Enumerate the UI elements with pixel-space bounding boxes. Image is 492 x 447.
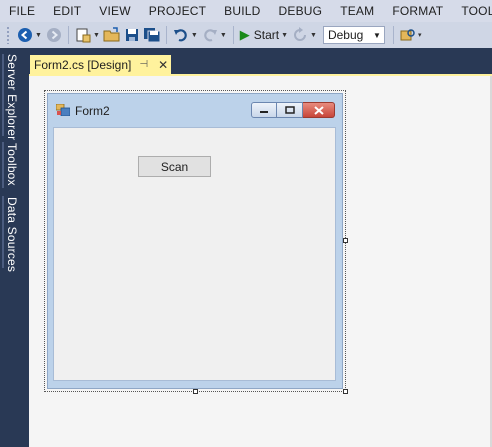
menu-bar: FILE EDIT VIEW PROJECT BUILD DEBUG TEAM … — [0, 0, 492, 22]
tab-toolbox[interactable]: Toolbox — [5, 143, 19, 186]
undo-icon[interactable] — [172, 25, 190, 45]
toolbar-separator — [165, 26, 167, 44]
tab-divider — [2, 142, 4, 188]
menu-team[interactable]: TEAM — [331, 4, 383, 18]
refresh-dropdown-icon[interactable]: ▼ — [310, 32, 317, 39]
navigate-back-icon[interactable] — [16, 25, 34, 45]
minimize-button[interactable] — [251, 102, 277, 118]
menu-file[interactable]: FILE — [0, 4, 44, 18]
form-title-bar: Form2 — [48, 94, 342, 127]
form-client-area[interactable]: Scan — [53, 127, 336, 381]
menu-format[interactable]: FORMAT — [383, 4, 452, 18]
start-dropdown-icon[interactable]: ▼ — [281, 32, 288, 39]
redo-dropdown-icon[interactable]: ▼ — [220, 32, 227, 39]
tab-server-explorer[interactable]: Server Explorer — [5, 54, 19, 140]
menu-tools[interactable]: TOOLS — [452, 4, 492, 18]
maximize-button[interactable] — [277, 102, 303, 118]
standard-toolbar: ▼ ▼ ▼ ▼ ▶ Start ▼ ▼ Debug ▼ ▾ — [0, 22, 492, 48]
save-all-icon[interactable] — [143, 25, 161, 45]
scan-button[interactable]: Scan — [138, 156, 211, 177]
form-app-icon — [56, 104, 70, 116]
close-window-button[interactable] — [303, 102, 335, 118]
menu-debug[interactable]: DEBUG — [270, 4, 332, 18]
resize-handle-bottom-right[interactable] — [343, 389, 348, 394]
tab-data-sources[interactable]: Data Sources — [5, 197, 19, 272]
resize-handle-right[interactable] — [343, 238, 348, 243]
minimize-icon — [260, 111, 268, 113]
close-window-icon — [313, 105, 324, 115]
menu-project[interactable]: PROJECT — [140, 4, 215, 18]
start-debugging-button[interactable]: ▶ Start — [240, 27, 279, 43]
find-in-files-icon[interactable] — [399, 25, 417, 45]
new-project-icon[interactable] — [74, 25, 92, 45]
open-file-icon[interactable] — [103, 25, 121, 45]
tab-divider — [2, 196, 4, 268]
pin-icon[interactable]: ⊣ — [139, 59, 148, 70]
document-tab-title: Form2.cs [Design] — [34, 57, 132, 72]
save-icon[interactable] — [123, 25, 141, 45]
redo-icon[interactable] — [201, 25, 219, 45]
configuration-value: Debug — [327, 28, 364, 42]
start-label: Start — [253, 28, 280, 42]
toolbar-separator — [232, 26, 234, 44]
tab-divider — [2, 54, 4, 136]
document-tab-strip: Form2.cs [Design] ⊣ ✕ — [29, 48, 492, 74]
menu-build[interactable]: BUILD — [215, 4, 269, 18]
solution-configuration-select[interactable]: Debug ▼ — [322, 26, 385, 44]
close-icon[interactable]: ✕ — [158, 58, 168, 72]
undo-dropdown-icon[interactable]: ▼ — [191, 32, 198, 39]
window-controls — [251, 102, 335, 118]
navigate-back-dropdown-icon[interactable]: ▼ — [35, 32, 42, 39]
menu-edit[interactable]: EDIT — [44, 4, 90, 18]
chevron-down-icon: ▼ — [373, 30, 381, 40]
play-icon: ▶ — [239, 27, 250, 42]
toolbar-grip[interactable] — [6, 26, 10, 44]
form-title: Form2 — [75, 104, 110, 118]
maximize-icon — [284, 106, 295, 114]
new-project-dropdown-icon[interactable]: ▼ — [93, 32, 100, 39]
form-window[interactable]: Form2 Scan — [47, 93, 343, 389]
resize-handle-bottom[interactable] — [193, 389, 198, 394]
toolbar-separator — [67, 26, 69, 44]
menu-view[interactable]: VIEW — [90, 4, 139, 18]
side-panel: Server Explorer Toolbox Data Sources — [0, 48, 29, 447]
toolbar-overflow-icon[interactable]: ▾ — [418, 31, 422, 39]
document-tab-form2-design[interactable]: Form2.cs [Design] ⊣ ✕ — [30, 55, 171, 74]
toolbar-separator — [392, 26, 394, 44]
navigate-forward-icon[interactable] — [45, 25, 63, 45]
refresh-icon[interactable] — [291, 25, 309, 45]
